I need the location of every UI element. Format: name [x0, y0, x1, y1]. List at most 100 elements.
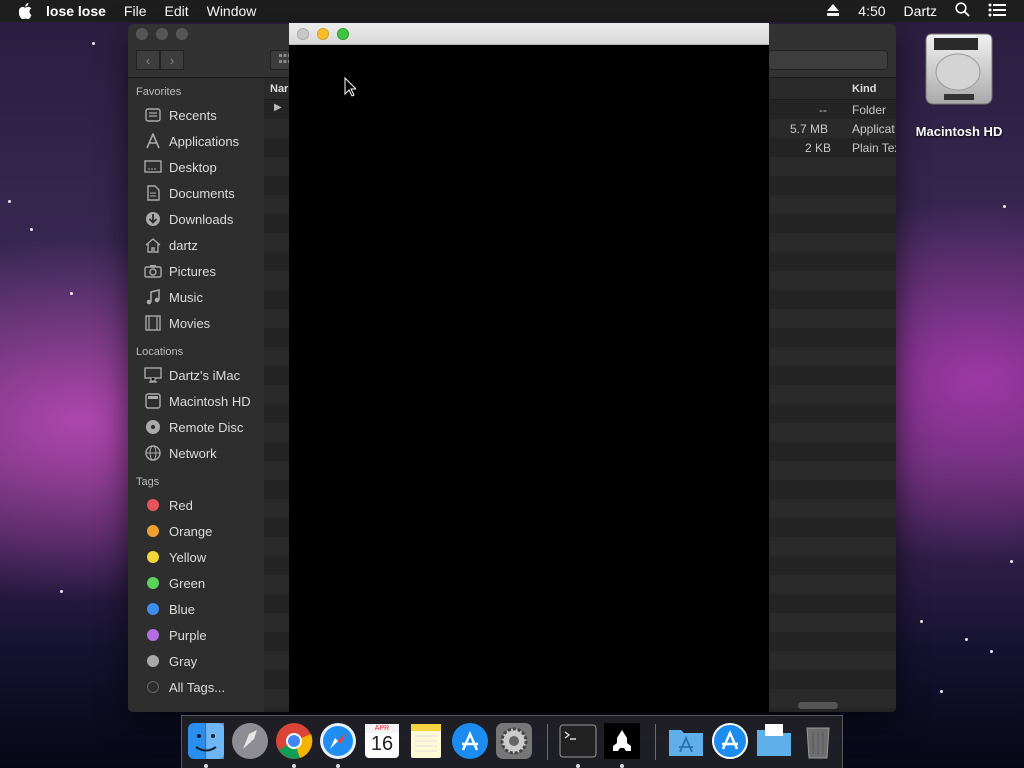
system-preferences-icon[interactable]: [495, 722, 533, 760]
applications-folder-icon[interactable]: [667, 722, 705, 760]
sidebar-item-imac[interactable]: Dartz's iMac: [128, 362, 264, 388]
notes-icon[interactable]: [407, 722, 445, 760]
sidebar-tag-red[interactable]: Red: [128, 492, 264, 518]
safari-icon[interactable]: [319, 722, 357, 760]
documents-folder-icon[interactable]: [755, 722, 793, 760]
sidebar-item-label: Orange: [169, 523, 213, 539]
sidebar-item-recents[interactable]: Recents: [128, 102, 264, 128]
finder-close-button[interactable]: [136, 28, 148, 40]
sidebar-tag-purple[interactable]: Purple: [128, 622, 264, 648]
star: [92, 42, 95, 45]
sidebar-tag-yellow[interactable]: Yellow: [128, 544, 264, 570]
macintosh-hd-desktop-label: Macintosh HD: [915, 124, 1003, 139]
star: [70, 292, 73, 295]
sidebar-item-label: Documents: [169, 185, 235, 201]
sidebar-item-label: All Tags...: [169, 679, 226, 695]
lose-lose-icon[interactable]: [603, 722, 641, 760]
running-indicator: [576, 764, 580, 768]
downloads-stack-icon[interactable]: [711, 722, 749, 760]
trash-icon[interactable]: [799, 722, 837, 760]
green-tag-dot: [147, 577, 159, 589]
back-button[interactable]: ‹: [136, 50, 160, 70]
sidebar-item-home[interactable]: dartz: [128, 232, 264, 258]
sidebar-tag-green[interactable]: Green: [128, 570, 264, 596]
camera-icon: [144, 263, 162, 279]
scrollbar-thumb[interactable]: [798, 702, 838, 709]
sidebar-item-label: dartz: [169, 237, 198, 253]
app-name-menu[interactable]: lose lose: [46, 3, 106, 19]
zoom-button[interactable]: [337, 28, 349, 40]
eject-icon[interactable]: [826, 3, 840, 19]
sidebar-item-remote-disc[interactable]: Remote Disc: [128, 414, 264, 440]
forward-button[interactable]: ›: [160, 50, 184, 70]
gray-tag-dot: [147, 655, 159, 667]
sidebar-tag-orange[interactable]: Orange: [128, 518, 264, 544]
finder-nav-buttons: ‹ ›: [136, 50, 184, 70]
sidebar-item-macintosh-hd[interactable]: Macintosh HD: [128, 388, 264, 414]
macintosh-hd-desktop-icon[interactable]: [920, 32, 998, 112]
sidebar-item-documents[interactable]: Documents: [128, 180, 264, 206]
window-controls: [297, 28, 357, 40]
row-size: --: [819, 103, 827, 117]
star: [60, 590, 63, 593]
edit-menu[interactable]: Edit: [164, 3, 188, 19]
dock: APR 16: [181, 715, 843, 768]
user-menu[interactable]: Dartz: [904, 3, 937, 19]
sidebar-item-label: Remote Disc: [169, 419, 244, 435]
sidebar-item-label: Red: [169, 497, 193, 513]
film-icon: [144, 315, 162, 331]
row-kind: Folder: [852, 103, 887, 117]
sidebar-item-label: Downloads: [169, 211, 234, 227]
calendar-month: APR: [374, 725, 390, 732]
file-menu[interactable]: File: [124, 3, 147, 19]
calendar-icon[interactable]: APR 16: [363, 722, 401, 760]
sidebar-all-tags[interactable]: All Tags...: [128, 674, 264, 700]
red-tag-dot: [147, 499, 159, 511]
calendar-day: 16: [370, 733, 394, 755]
sidebar-tag-blue[interactable]: Blue: [128, 596, 264, 622]
menu-clock[interactable]: 4:50: [858, 3, 885, 19]
chrome-icon[interactable]: [275, 722, 313, 760]
close-button[interactable]: [297, 28, 309, 40]
disclosure-triangle-icon[interactable]: ▶: [274, 102, 282, 113]
recents-icon: [144, 107, 162, 123]
music-icon: [144, 289, 162, 305]
finder-zoom-button[interactable]: [176, 28, 188, 40]
spotlight-search-icon[interactable]: [955, 2, 970, 20]
disk-icon: [144, 393, 162, 409]
tags-section-label: Tags: [136, 476, 160, 488]
sidebar-item-pictures[interactable]: Pictures: [128, 258, 264, 284]
row-size: 2 KB: [805, 141, 832, 155]
window-menu[interactable]: Window: [207, 3, 257, 19]
sidebar-tag-gray[interactable]: Gray: [128, 648, 264, 674]
app-store-icon[interactable]: [451, 722, 489, 760]
sidebar-item-network[interactable]: Network: [128, 440, 264, 466]
finder-icon[interactable]: [187, 722, 225, 760]
column-header-name[interactable]: Nar: [270, 83, 288, 95]
lose-lose-titlebar[interactable]: [289, 23, 769, 45]
sidebar-item-music[interactable]: Music: [128, 284, 264, 310]
finder-minimize-button[interactable]: [156, 28, 168, 40]
notification-center-icon[interactable]: [988, 3, 1006, 20]
game-canvas[interactable]: [289, 45, 769, 713]
row-size: 5.7 MB: [790, 122, 829, 136]
sidebar-item-applications[interactable]: Applications: [128, 128, 264, 154]
apple-menu-icon[interactable]: [18, 3, 34, 19]
star: [920, 620, 923, 623]
launchpad-icon[interactable]: [231, 722, 269, 760]
sidebar-item-downloads[interactable]: Downloads: [128, 206, 264, 232]
terminal-icon[interactable]: [559, 722, 597, 760]
column-header-kind[interactable]: Kind: [852, 83, 876, 95]
sidebar-item-label: Blue: [169, 601, 196, 617]
documents-icon: [144, 185, 162, 201]
finder-search-field[interactable]: [768, 50, 888, 70]
row-kind: Applicat: [852, 122, 895, 136]
running-indicator: [336, 764, 340, 768]
minimize-button[interactable]: [317, 28, 329, 40]
orange-tag-dot: [147, 525, 159, 537]
finder-window-controls: [136, 28, 196, 40]
sidebar-item-desktop[interactable]: Desktop: [128, 154, 264, 180]
sidebar-item-label: Macintosh HD: [169, 393, 251, 409]
sidebar-item-movies[interactable]: Movies: [128, 310, 264, 336]
star: [1010, 560, 1013, 563]
